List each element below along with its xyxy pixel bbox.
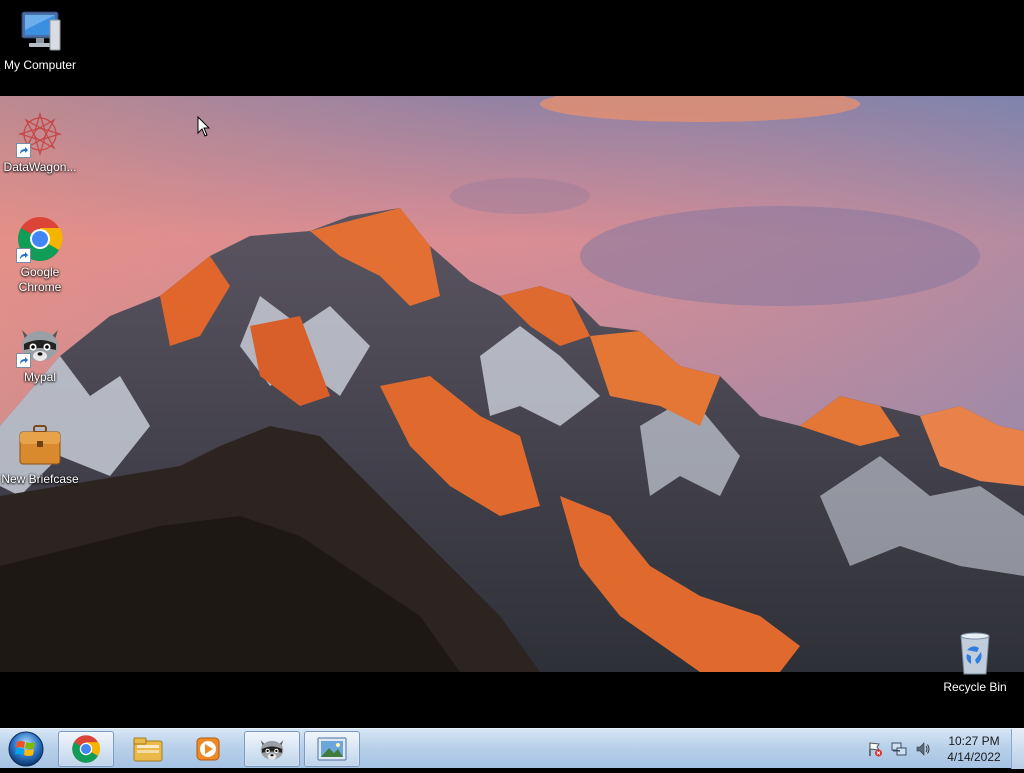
desktop-icon-label: DataWagon... bbox=[3, 160, 77, 174]
file-explorer-icon bbox=[133, 737, 163, 762]
briefcase-icon bbox=[16, 422, 64, 470]
desktop-icon-label: My Computer bbox=[3, 58, 77, 72]
network-icon[interactable] bbox=[891, 741, 907, 757]
mypal-raccoon-icon bbox=[16, 320, 64, 368]
shortcut-arrow-icon bbox=[16, 353, 31, 368]
desktop[interactable]: My Computer DataWagon... Google Chrome M… bbox=[0, 0, 1024, 728]
media-player-icon bbox=[196, 737, 220, 761]
action-center-flag-icon[interactable] bbox=[867, 741, 883, 757]
show-desktop-button[interactable] bbox=[1011, 729, 1024, 769]
desktop-icon-recycle-bin[interactable]: Recycle Bin bbox=[935, 630, 1015, 695]
desktop-icon-label: New Briefcase bbox=[1, 472, 79, 486]
taskbar-clock[interactable]: 10:27 PM 4/14/2022 bbox=[941, 733, 1007, 765]
start-button[interactable] bbox=[4, 730, 48, 768]
volume-icon[interactable] bbox=[915, 741, 931, 757]
desktop-icon-new-briefcase[interactable]: New Briefcase bbox=[0, 422, 80, 487]
desktop-icon-label: Recycle Bin bbox=[943, 680, 1007, 694]
chrome-icon bbox=[72, 735, 101, 763]
taskbar-media-player-button[interactable] bbox=[180, 731, 236, 767]
mypal-raccoon-icon bbox=[260, 740, 284, 760]
taskbar: 10:27 PM 4/14/2022 bbox=[0, 728, 1024, 769]
datawagon-icon bbox=[16, 110, 64, 158]
recycle-bin-icon bbox=[951, 630, 999, 678]
desktop-icon-datawagon[interactable]: DataWagon... bbox=[0, 110, 80, 175]
computer-icon bbox=[16, 8, 64, 56]
clock-date: 4/14/2022 bbox=[947, 750, 1001, 764]
taskbar-image-viewer-button[interactable] bbox=[304, 731, 360, 767]
taskbar-chrome-button[interactable] bbox=[58, 731, 114, 767]
desktop-icon-mypal[interactable]: Mypal bbox=[0, 320, 80, 385]
wallpaper bbox=[0, 96, 1024, 672]
desktop-icon-label: Google Chrome bbox=[18, 265, 62, 294]
desktop-icon-my-computer[interactable]: My Computer bbox=[0, 8, 80, 73]
shortcut-arrow-icon bbox=[16, 248, 31, 263]
windows-start-orb-icon bbox=[8, 731, 44, 767]
desktop-icon-google-chrome[interactable]: Google Chrome bbox=[0, 215, 80, 295]
chrome-icon bbox=[16, 215, 64, 263]
desktop-icon-label: Mypal bbox=[23, 370, 56, 384]
shortcut-arrow-icon bbox=[16, 143, 31, 158]
image-viewer-icon bbox=[317, 737, 347, 761]
clock-time: 10:27 PM bbox=[948, 734, 1000, 748]
taskbar-mypal-button[interactable] bbox=[244, 731, 300, 767]
mouse-cursor-icon bbox=[197, 115, 211, 143]
taskbar-file-explorer-button[interactable] bbox=[120, 731, 176, 767]
system-tray: 10:27 PM 4/14/2022 bbox=[863, 729, 1024, 769]
